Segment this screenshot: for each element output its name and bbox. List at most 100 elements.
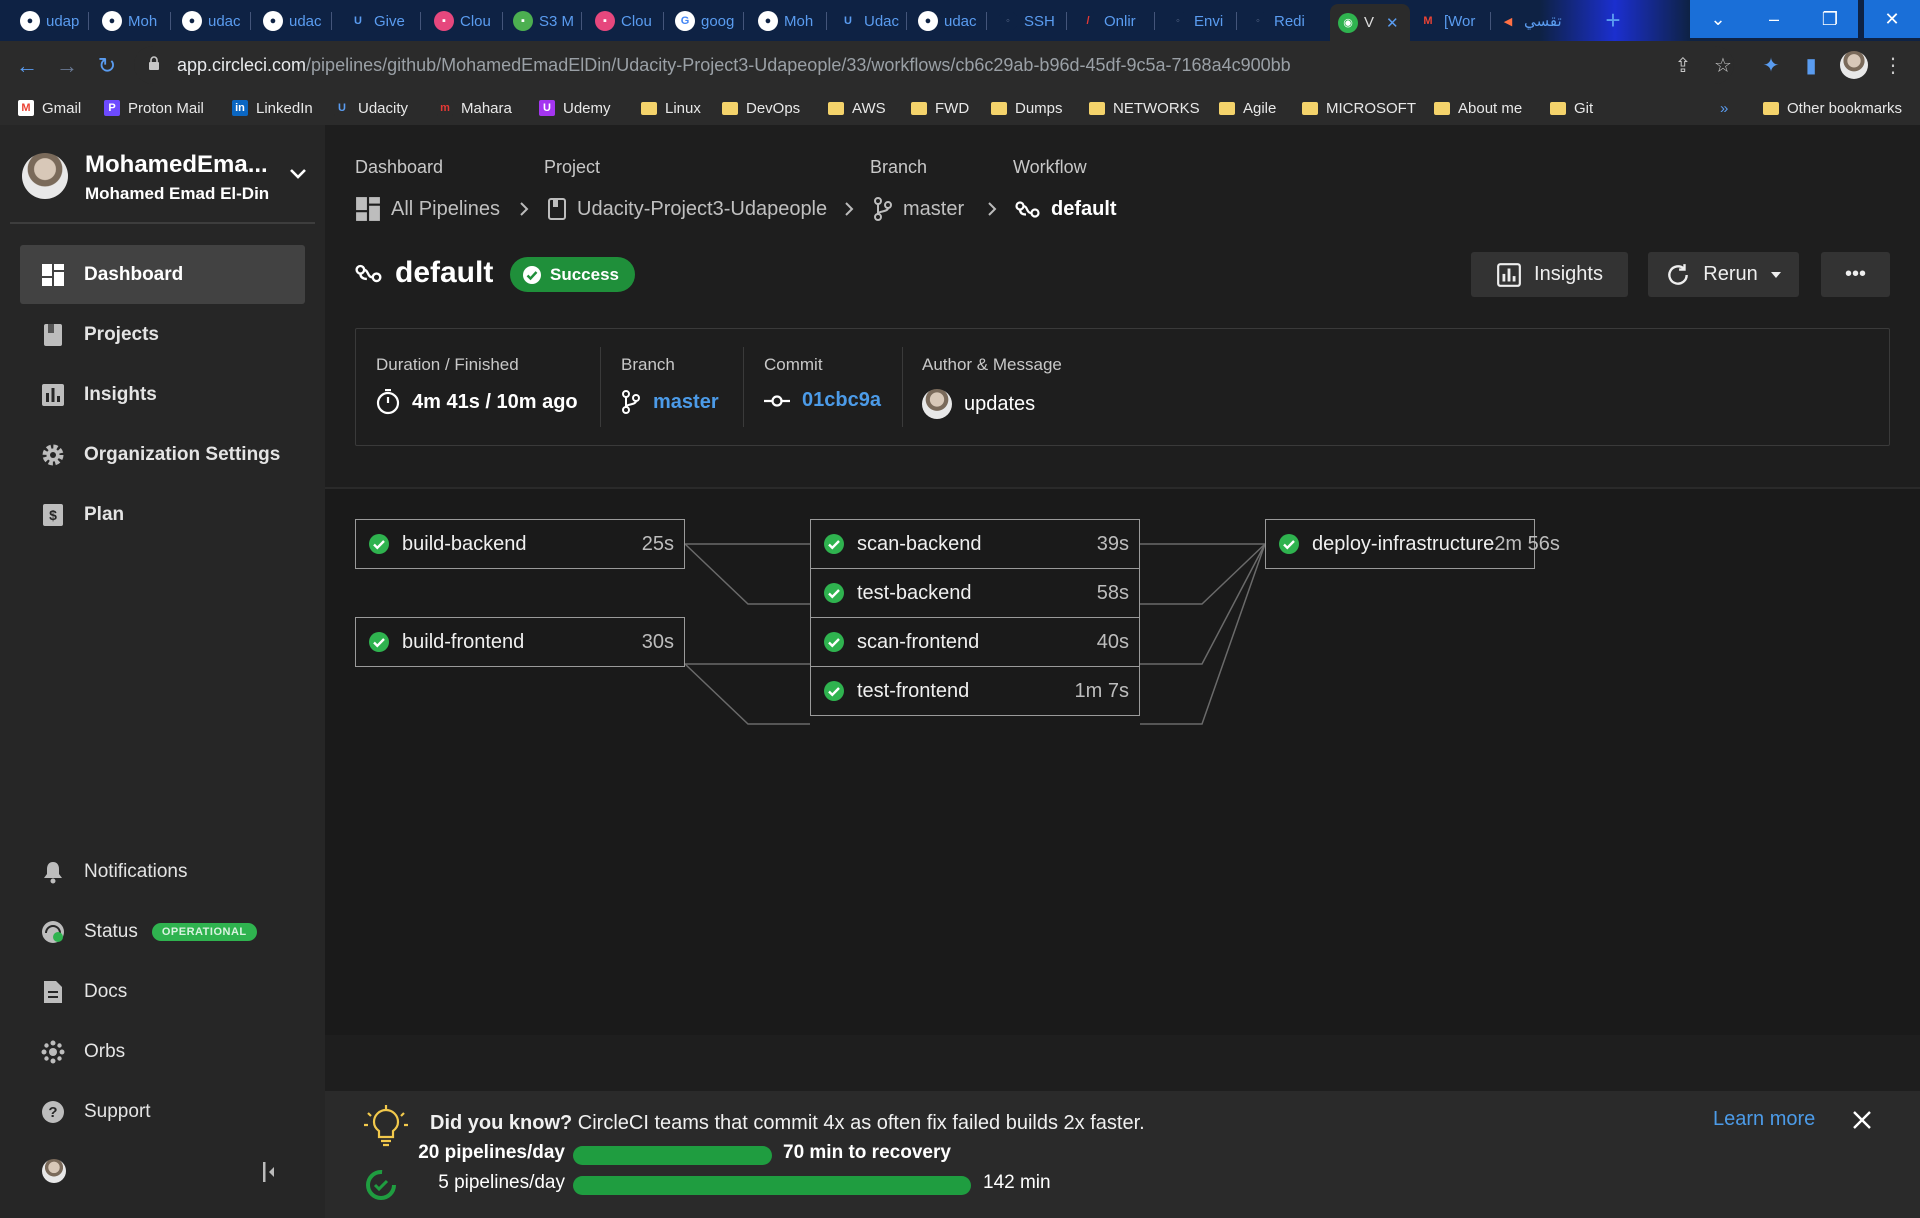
job-test-frontend[interactable]: test-frontend 1m 7s	[810, 666, 1140, 716]
sidebar-item-projects[interactable]: Projects	[20, 305, 305, 364]
user-avatar[interactable]	[42, 1159, 66, 1183]
job-test-backend[interactable]: test-backend 58s	[810, 568, 1140, 618]
dashboard-icon	[40, 262, 66, 288]
bookmark-item[interactable]: Linux	[641, 97, 701, 119]
breadcrumb-all-pipelines[interactable]: All Pipelines	[355, 195, 500, 223]
browser-tab[interactable]: ◉ V ✕	[1330, 4, 1410, 41]
bookmark-label: LinkedIn	[256, 99, 313, 117]
bookmark-item[interactable]: MICROSOFT	[1302, 97, 1416, 119]
back-icon[interactable]: ←	[12, 51, 42, 81]
duration-value: 4m 41s / 10m ago	[412, 390, 578, 413]
browser-tab[interactable]: ◦ Redi	[1240, 6, 1322, 36]
job-build-backend[interactable]: build-backend 25s	[355, 519, 685, 569]
browser-tab[interactable]: ● udap	[12, 6, 84, 36]
commit-field: Commit 01cbc9a	[764, 347, 881, 427]
sidebar-item-status[interactable]: Status OPERATIONAL	[20, 902, 305, 961]
forward-icon[interactable]: →	[52, 51, 82, 81]
bookmark-item[interactable]: Dumps	[991, 97, 1063, 119]
commit-label: Commit	[764, 355, 823, 374]
sidebar-item-organization-settings[interactable]: Organization Settings	[20, 425, 305, 484]
bookmark-item[interactable]: U Udemy	[539, 97, 611, 119]
browser-tab-strip: ● udap ● Moh ● udac ● udac U Give ▪ Clou ▪ S3 M ▪ Clou G…	[0, 0, 1920, 41]
learn-more-link[interactable]: Learn more	[1713, 1108, 1815, 1131]
rerun-button[interactable]: Rerun	[1648, 252, 1799, 297]
job-name: test-backend	[857, 581, 972, 604]
bookmark-item[interactable]: FWD	[911, 97, 969, 119]
browser-tab[interactable]: ◦ Envi	[1160, 6, 1232, 36]
close-icon[interactable]	[1851, 1109, 1873, 1131]
tab-separator	[331, 12, 332, 30]
browser-tab[interactable]: U Give	[340, 6, 416, 36]
reload-icon[interactable]: ↻	[92, 51, 122, 81]
job-build-frontend[interactable]: build-frontend 30s	[355, 617, 685, 667]
job-deploy-infrastructure[interactable]: deploy-infrastructure 2m 56s	[1265, 519, 1560, 569]
minimize-icon[interactable]: –	[1746, 0, 1802, 38]
job-scan-frontend[interactable]: scan-frontend 40s	[810, 617, 1140, 667]
status-badge: Success	[510, 257, 635, 292]
sidebar-item-docs[interactable]: Docs	[20, 962, 305, 1021]
sidebar-item-insights[interactable]: Insights	[20, 365, 305, 424]
success-check-icon	[1279, 534, 1299, 554]
insights-button[interactable]: Insights	[1471, 252, 1628, 297]
browser-tab[interactable]: / Onlir	[1070, 6, 1150, 36]
bookmark-item[interactable]: in LinkedIn	[232, 97, 313, 119]
folder-icon	[828, 101, 844, 115]
browser-tab[interactable]: ◦ SSH	[990, 6, 1062, 36]
breadcrumb-project[interactable]: Udacity-Project3-Udapeople	[547, 195, 827, 223]
bookmark-item[interactable]: NETWORKS	[1089, 97, 1200, 119]
browser-tab[interactable]: U Udac	[830, 6, 902, 36]
org-switcher[interactable]: MohamedEma... Mohamed Emad El-Din	[10, 125, 315, 224]
close-tab-icon[interactable]: ✕	[1386, 14, 1399, 32]
share-icon[interactable]: ⇪	[1670, 53, 1696, 79]
sidebar: MohamedEma... Mohamed Emad El-Din Dashbo…	[0, 125, 325, 1218]
collapse-sidebar-icon[interactable]	[262, 1161, 276, 1183]
duration-field: Duration / Finished 4m 41s / 10m ago	[376, 347, 578, 427]
close-window-icon[interactable]: ✕	[1864, 0, 1920, 38]
bookmarks-overflow[interactable]: »	[1720, 97, 1728, 119]
restore-icon[interactable]: ❐	[1802, 0, 1858, 38]
browser-tab[interactable]: ● udac	[910, 6, 982, 36]
browser-tab[interactable]: ▪ S3 M	[505, 6, 577, 36]
bookmark-item[interactable]: About me	[1434, 97, 1522, 119]
bookmark-item[interactable]: U Udacity	[334, 97, 408, 119]
sidebar-item-plan[interactable]: $ Plan	[20, 485, 305, 544]
bookmark-item[interactable]: m Mahara	[437, 97, 512, 119]
browser-tab[interactable]: ● Moh	[750, 6, 822, 36]
globe-icon: ◦	[998, 11, 1018, 31]
sidebar-item-support[interactable]: ? Support	[20, 1082, 305, 1141]
browser-tab[interactable]: ● Moh	[94, 6, 166, 36]
bookmark-item[interactable]: DevOps	[722, 97, 800, 119]
sidebar-item-dashboard[interactable]: Dashboard	[20, 245, 305, 304]
bookmark-item[interactable]: M Gmail	[18, 97, 81, 119]
more-actions-button[interactable]: •••	[1821, 252, 1890, 297]
profile-avatar[interactable]	[1840, 51, 1868, 79]
new-tab-button[interactable]: +	[1600, 7, 1626, 34]
sidebar-item-orbs[interactable]: Orbs	[20, 1022, 305, 1081]
side-panel-icon[interactable]: ▮	[1798, 53, 1824, 79]
browser-tab[interactable]: ● udac	[174, 6, 246, 36]
bookmark-item[interactable]: AWS	[828, 97, 886, 119]
browser-tab[interactable]: Ggoog	[667, 6, 739, 36]
branch-link[interactable]: master	[621, 389, 719, 415]
sidebar-item-notifications[interactable]: Notifications	[20, 842, 305, 901]
bookmark-item[interactable]: P Proton Mail	[104, 97, 204, 119]
tab-search-icon[interactable]: ⌄	[1690, 0, 1746, 38]
breadcrumb-workflow[interactable]: default	[1015, 195, 1117, 223]
browser-tab[interactable]: M [Wor	[1410, 6, 1486, 36]
browser-tab[interactable]: ▪ Clou	[426, 6, 498, 36]
job-scan-backend[interactable]: scan-backend 39s	[810, 519, 1140, 569]
bookmark-item[interactable]: Agile	[1219, 97, 1276, 119]
star-icon[interactable]: ☆	[1710, 53, 1736, 79]
s3-icon: ▪	[513, 11, 533, 31]
bookmark-item[interactable]: Git	[1550, 97, 1593, 119]
commit-link[interactable]: 01cbc9a	[764, 389, 881, 412]
job-duration: 25s	[641, 532, 674, 555]
breadcrumb-branch[interactable]: master	[873, 195, 964, 223]
browser-tab[interactable]: ◀ تقسي	[1490, 6, 1580, 36]
browser-tab[interactable]: ● udac	[255, 6, 327, 36]
extensions-icon[interactable]: ✦	[1758, 53, 1784, 79]
browser-tab[interactable]: ▪ Clou	[587, 6, 659, 36]
folder-icon	[1302, 101, 1318, 115]
other-bookmarks[interactable]: Other bookmarks	[1763, 97, 1902, 119]
menu-icon[interactable]: ⋮	[1880, 53, 1906, 79]
